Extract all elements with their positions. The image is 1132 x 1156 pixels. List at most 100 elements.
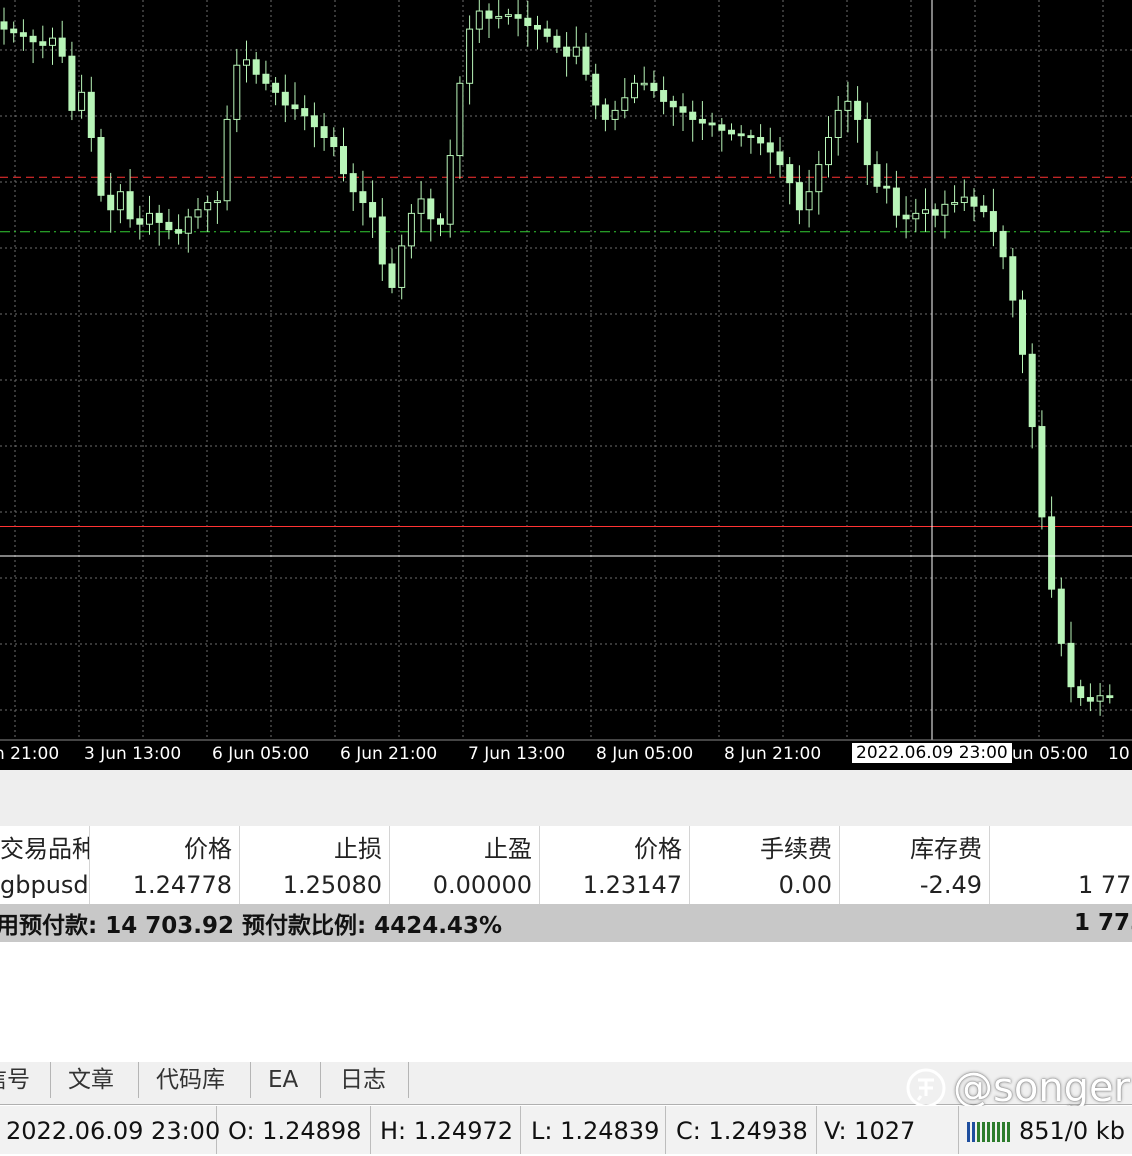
account-summary-row: 用预付款: 14 703.92 预付款比例: 4424.43% 1 775 (0, 904, 1132, 942)
candle-body-down (718, 124, 726, 131)
row-price: 1.23147 (540, 866, 690, 904)
candle-body-down (534, 24, 541, 30)
connection-bars-icon (966, 1116, 1012, 1144)
candle-body-down (970, 196, 978, 207)
toolbox-splitter[interactable] (0, 770, 1132, 827)
candle-body-down (155, 212, 163, 223)
candle-body-up (466, 28, 474, 84)
tab-codebase[interactable]: 代码库 (156, 1062, 251, 1098)
candle-body-down (563, 46, 571, 57)
candle-body-up (951, 202, 959, 205)
candle-body-up (941, 203, 949, 216)
candle-body-down (747, 135, 755, 138)
positions-header: 交易品种 价格 止损 止盈 价格 手续费 库存费 (0, 826, 1132, 867)
candle-body-up (621, 97, 629, 111)
candle-body-down (582, 46, 590, 75)
table-row[interactable]: gbpusd 1.24778 1.25080 0.00000 1.23147 0… (0, 866, 1132, 904)
candle-body-down (1028, 353, 1036, 428)
candle-body-up (640, 82, 648, 86)
candle-body-up (233, 64, 241, 120)
candle-body-down (68, 55, 76, 111)
col-swap[interactable]: 库存费 (840, 826, 990, 866)
chart-canvas[interactable] (0, 0, 1132, 770)
candle-body-down (320, 126, 328, 138)
tab-signals[interactable]: 信号 (0, 1062, 51, 1098)
candle-body-down (262, 73, 270, 84)
candle-body-up (631, 82, 638, 99)
status-time: 2022.06.09 23:00 (6, 1106, 220, 1154)
row-symbol: gbpusd (0, 866, 90, 904)
watermark-text: @songer (953, 1065, 1131, 1111)
candle-body-up (243, 59, 250, 66)
candle-body-down (524, 17, 532, 26)
candle-body-up (475, 10, 483, 30)
total-profit: 1 775 (1074, 910, 1132, 936)
status-close: C: 1.24938 (676, 1106, 817, 1154)
status-open: O: 1.24898 (228, 1106, 371, 1154)
candle-body-down (728, 129, 735, 135)
time-label: 8 Jun 21:00 (724, 744, 822, 764)
price-chart[interactable]: n 21:00 3 Jun 13:00 6 Jun 05:00 6 Jun 21… (0, 0, 1132, 770)
candle-body-up (398, 245, 406, 288)
candle-body-down (854, 100, 862, 120)
candle-body-up (611, 109, 619, 120)
status-bar: 2022.06.09 23:00 O: 1.24898 H: 1.24972 L… (0, 1106, 1132, 1154)
candle-body-down (1077, 686, 1085, 699)
time-label: 10 (1108, 744, 1130, 764)
candle-body-down (999, 230, 1007, 258)
time-label: 6 Jun 05:00 (212, 744, 310, 764)
col-price[interactable]: 价格 (540, 826, 690, 866)
candle-body-down (650, 82, 658, 92)
candle-body-up (456, 82, 464, 157)
candle-body-down (340, 146, 347, 175)
candle-body-down (369, 202, 377, 218)
candle-body-down (873, 164, 881, 187)
candle-body-down (1106, 695, 1114, 699)
candle-body-down (126, 191, 134, 220)
candle-body-up (116, 191, 124, 211)
candle-body-down (592, 73, 600, 106)
candle-body-down (388, 263, 396, 288)
tab-articles[interactable]: 文章 (68, 1062, 139, 1098)
candle-body-down (427, 198, 435, 220)
candle-body-down (689, 111, 697, 120)
col-tp[interactable]: 止盈 (390, 826, 540, 866)
candle-body-down (19, 32, 27, 37)
col-profit[interactable] (990, 826, 1132, 866)
candle-body-up (1096, 695, 1104, 702)
candle-body-down (87, 91, 95, 138)
candle-body-down (107, 194, 115, 211)
col-open-price[interactable]: 价格 (90, 826, 240, 866)
candle-body-down (1038, 426, 1046, 518)
row-tp: 0.00000 (390, 866, 540, 904)
candle-body-up (446, 155, 454, 225)
status-volume: V: 1027 (824, 1106, 959, 1154)
row-profit: 1 777 (1078, 871, 1132, 899)
col-sl[interactable]: 止损 (240, 826, 390, 866)
row-commission: 0.00 (690, 866, 840, 904)
col-commission[interactable]: 手续费 (690, 826, 840, 866)
candle-body-down (10, 28, 18, 34)
tab-journal[interactable]: 日志 (340, 1062, 409, 1098)
candle-body-up (407, 212, 415, 247)
candle-body-up (146, 212, 153, 225)
candle-body-up (572, 46, 580, 57)
candle-body-down (795, 182, 803, 211)
candle-body-down (980, 205, 988, 213)
candle-body-down (989, 211, 997, 232)
tab-ea[interactable]: EA (268, 1062, 321, 1098)
candle-body-up (78, 91, 86, 111)
time-label: n 21:00 (0, 744, 60, 764)
candle-body-down (902, 214, 910, 220)
status-low: L: 1.24839 (531, 1106, 666, 1154)
col-symbol[interactable]: 交易品种 (0, 826, 90, 866)
candle-body-down (1086, 697, 1094, 702)
candle-body-down (349, 173, 357, 193)
candle-body-down (757, 136, 765, 144)
time-label: un 05:00 (1012, 744, 1088, 764)
candle-body-up (825, 136, 832, 166)
candle-body-down (553, 35, 561, 48)
crosshair-time-label: 2022.06.09 23:00 (852, 743, 1012, 763)
candle-body-down (1019, 299, 1026, 355)
zhihu-logo-icon (906, 1068, 946, 1108)
